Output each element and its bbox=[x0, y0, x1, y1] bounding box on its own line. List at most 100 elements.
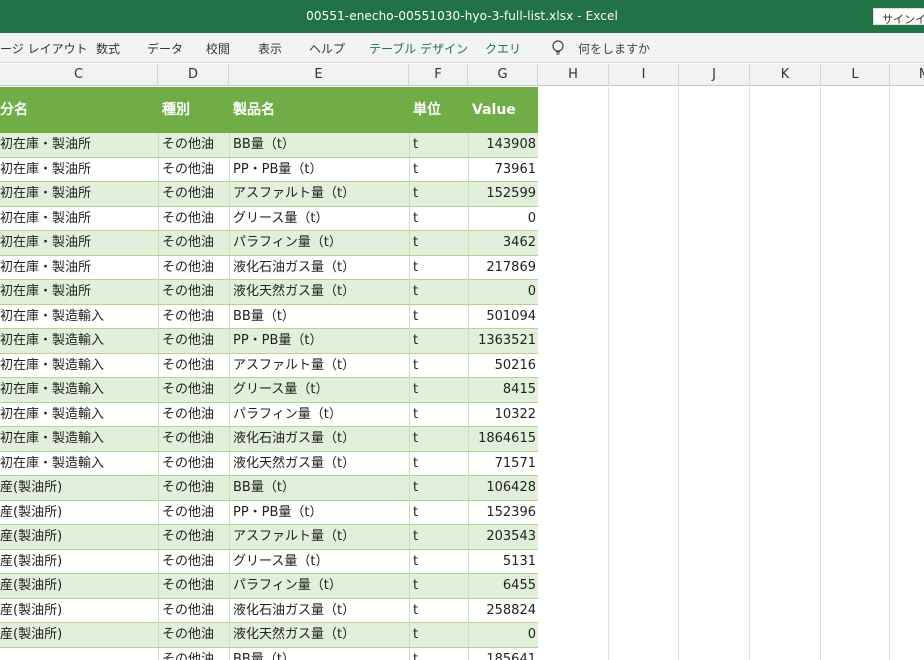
cell-value[interactable]: 1864615 bbox=[468, 427, 536, 451]
cell-category[interactable]: 初在庫・製造輸入 bbox=[0, 378, 155, 402]
cell-unit[interactable]: t bbox=[413, 599, 465, 623]
cell-type[interactable]: その他油 bbox=[162, 427, 226, 451]
cell-product[interactable]: アスファルト量（t） bbox=[233, 525, 405, 549]
column-header-c[interactable]: C bbox=[0, 64, 158, 86]
cell-unit[interactable]: t bbox=[413, 403, 465, 427]
cell-product[interactable]: アスファルト量（t） bbox=[233, 182, 405, 206]
cell-unit[interactable]: t bbox=[413, 452, 465, 476]
cell-type[interactable]: その他油 bbox=[162, 501, 226, 525]
cell-value[interactable]: 185641 bbox=[468, 648, 536, 660]
header-cell-category[interactable]: 分名 bbox=[0, 87, 155, 133]
cell-unit[interactable]: t bbox=[413, 133, 465, 157]
cell-product[interactable]: PP・PB量（t） bbox=[233, 158, 405, 182]
cell-type[interactable]: その他油 bbox=[162, 305, 226, 329]
cell-category[interactable]: 産(製油所) bbox=[0, 623, 155, 647]
cell-product[interactable]: BB量（t） bbox=[233, 305, 405, 329]
signin-button[interactable]: サインイン bbox=[873, 8, 924, 25]
cell-unit[interactable]: t bbox=[413, 648, 465, 660]
cell-category[interactable] bbox=[0, 648, 155, 660]
cell-value[interactable]: 71571 bbox=[468, 452, 536, 476]
cell-type[interactable]: その他油 bbox=[162, 182, 226, 206]
cell-type[interactable]: その他油 bbox=[162, 476, 226, 500]
cell-unit[interactable]: t bbox=[413, 574, 465, 598]
column-header-m[interactable]: M bbox=[890, 64, 924, 86]
cell-type[interactable]: その他油 bbox=[162, 599, 226, 623]
cell-product[interactable]: PP・PB量（t） bbox=[233, 501, 405, 525]
cell-category[interactable]: 初在庫・製造輸入 bbox=[0, 305, 155, 329]
column-header-j[interactable]: J bbox=[679, 64, 750, 86]
cell-type[interactable]: その他油 bbox=[162, 378, 226, 402]
cell-value[interactable]: 203543 bbox=[468, 525, 536, 549]
cell-product[interactable]: アスファルト量（t） bbox=[233, 354, 405, 378]
cell-unit[interactable]: t bbox=[413, 378, 465, 402]
column-header-l[interactable]: L bbox=[821, 64, 890, 86]
cell-value[interactable]: 152396 bbox=[468, 501, 536, 525]
column-header-d[interactable]: D bbox=[158, 64, 229, 86]
cell-value[interactable]: 8415 bbox=[468, 378, 536, 402]
column-header-e[interactable]: E bbox=[229, 64, 409, 86]
cell-category[interactable]: 初在庫・製油所 bbox=[0, 256, 155, 280]
cell-category[interactable]: 初在庫・製油所 bbox=[0, 182, 155, 206]
cell-type[interactable]: その他油 bbox=[162, 256, 226, 280]
cell-value[interactable]: 0 bbox=[468, 623, 536, 647]
column-header-h[interactable]: H bbox=[538, 64, 609, 86]
header-cell-product[interactable]: 製品名 bbox=[233, 87, 405, 133]
cell-unit[interactable]: t bbox=[413, 280, 465, 304]
cell-product[interactable]: パラフィン量（t） bbox=[233, 403, 405, 427]
tell-me-search[interactable]: 何をしますか bbox=[578, 40, 650, 57]
tab-help[interactable]: ヘルプ bbox=[309, 40, 345, 57]
cell-type[interactable]: その他油 bbox=[162, 648, 226, 660]
cell-category[interactable]: 初在庫・製油所 bbox=[0, 207, 155, 231]
cell-product[interactable]: 液化天然ガス量（t） bbox=[233, 280, 405, 304]
cell-type[interactable]: その他油 bbox=[162, 623, 226, 647]
cell-product[interactable]: グリース量（t） bbox=[233, 378, 405, 402]
header-cell-value[interactable]: Value bbox=[472, 87, 534, 133]
cell-value[interactable]: 5131 bbox=[468, 550, 536, 574]
cell-unit[interactable]: t bbox=[413, 305, 465, 329]
cell-value[interactable]: 217869 bbox=[468, 256, 536, 280]
cell-value[interactable]: 1363521 bbox=[468, 329, 536, 353]
cell-unit[interactable]: t bbox=[413, 182, 465, 206]
cell-value[interactable]: 501094 bbox=[468, 305, 536, 329]
cell-unit[interactable]: t bbox=[413, 207, 465, 231]
cell-category[interactable]: 初在庫・製油所 bbox=[0, 158, 155, 182]
cell-value[interactable]: 3462 bbox=[468, 231, 536, 255]
cell-type[interactable]: その他油 bbox=[162, 525, 226, 549]
cell-type[interactable]: その他油 bbox=[162, 403, 226, 427]
cell-value[interactable]: 6455 bbox=[468, 574, 536, 598]
tab-formulas[interactable]: 数式 bbox=[96, 40, 120, 57]
cell-value[interactable]: 0 bbox=[468, 280, 536, 304]
column-header-f[interactable]: F bbox=[409, 64, 468, 86]
cell-value[interactable]: 106428 bbox=[468, 476, 536, 500]
cell-category[interactable]: 初在庫・製造輸入 bbox=[0, 354, 155, 378]
column-header-i[interactable]: I bbox=[609, 64, 679, 86]
cell-type[interactable]: その他油 bbox=[162, 280, 226, 304]
cell-product[interactable]: BB量（t） bbox=[233, 133, 405, 157]
cell-category[interactable]: 初在庫・製造輸入 bbox=[0, 403, 155, 427]
cell-unit[interactable]: t bbox=[413, 329, 465, 353]
lightbulb-icon[interactable] bbox=[550, 39, 566, 57]
cell-category[interactable]: 産(製油所) bbox=[0, 525, 155, 549]
cell-type[interactable]: その他油 bbox=[162, 329, 226, 353]
cell-type[interactable]: その他油 bbox=[162, 574, 226, 598]
cell-product[interactable]: グリース量（t） bbox=[233, 207, 405, 231]
cell-category[interactable]: 初在庫・製油所 bbox=[0, 133, 155, 157]
cell-unit[interactable]: t bbox=[413, 158, 465, 182]
cell-product[interactable]: 液化天然ガス量（t） bbox=[233, 623, 405, 647]
cell-category[interactable]: 初在庫・製造輸入 bbox=[0, 427, 155, 451]
tab-view[interactable]: 表示 bbox=[258, 40, 282, 57]
cell-product[interactable]: PP・PB量（t） bbox=[233, 329, 405, 353]
cell-unit[interactable]: t bbox=[413, 231, 465, 255]
cell-product[interactable]: グリース量（t） bbox=[233, 550, 405, 574]
cell-type[interactable]: その他油 bbox=[162, 231, 226, 255]
cell-category[interactable]: 産(製油所) bbox=[0, 476, 155, 500]
cell-value[interactable]: 0 bbox=[468, 207, 536, 231]
cell-product[interactable]: BB量（t） bbox=[233, 476, 405, 500]
cell-category[interactable]: 初在庫・製油所 bbox=[0, 231, 155, 255]
cell-type[interactable]: その他油 bbox=[162, 354, 226, 378]
cell-product[interactable]: BB量（t） bbox=[233, 648, 405, 660]
tab-page-layout[interactable]: ージ レイアウト bbox=[0, 40, 88, 57]
cell-value[interactable]: 50216 bbox=[468, 354, 536, 378]
cell-unit[interactable]: t bbox=[413, 256, 465, 280]
cell-unit[interactable]: t bbox=[413, 501, 465, 525]
